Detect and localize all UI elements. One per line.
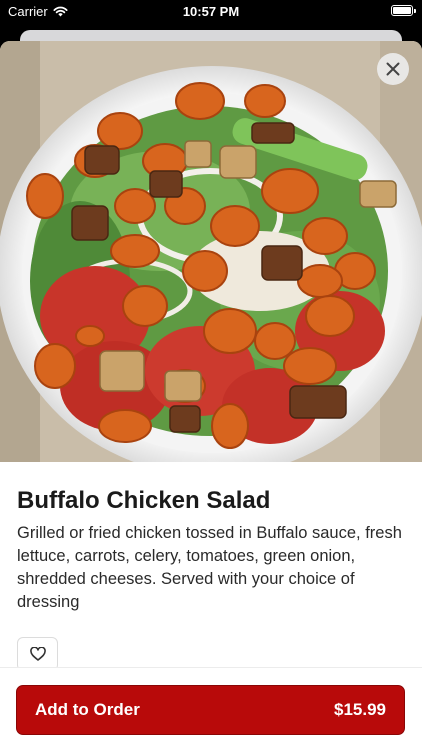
status-time: 10:57 PM	[182, 4, 240, 19]
add-to-order-label: Add to Order	[35, 700, 140, 719]
order-footer: Add to Order $15.99	[0, 667, 422, 750]
battery-icon	[391, 5, 416, 16]
status-bar: Carrier 10:57 PM	[0, 0, 422, 24]
item-description: Grilled or fried chicken tossed in Buffa…	[17, 524, 402, 611]
food-photo	[0, 41, 422, 462]
heart-icon	[29, 647, 46, 661]
close-icon	[386, 62, 400, 76]
item-title: Buffalo Chicken Salad	[17, 487, 271, 514]
close-button[interactable]	[377, 53, 409, 85]
item-price: $15.99	[334, 700, 386, 719]
add-to-order-button[interactable]: Add to Order $15.99	[16, 685, 405, 735]
salad-illustration	[0, 41, 422, 462]
item-detail-sheet: Buffalo Chicken Salad Grilled or fried c…	[0, 41, 422, 750]
favorite-button[interactable]	[17, 637, 58, 671]
